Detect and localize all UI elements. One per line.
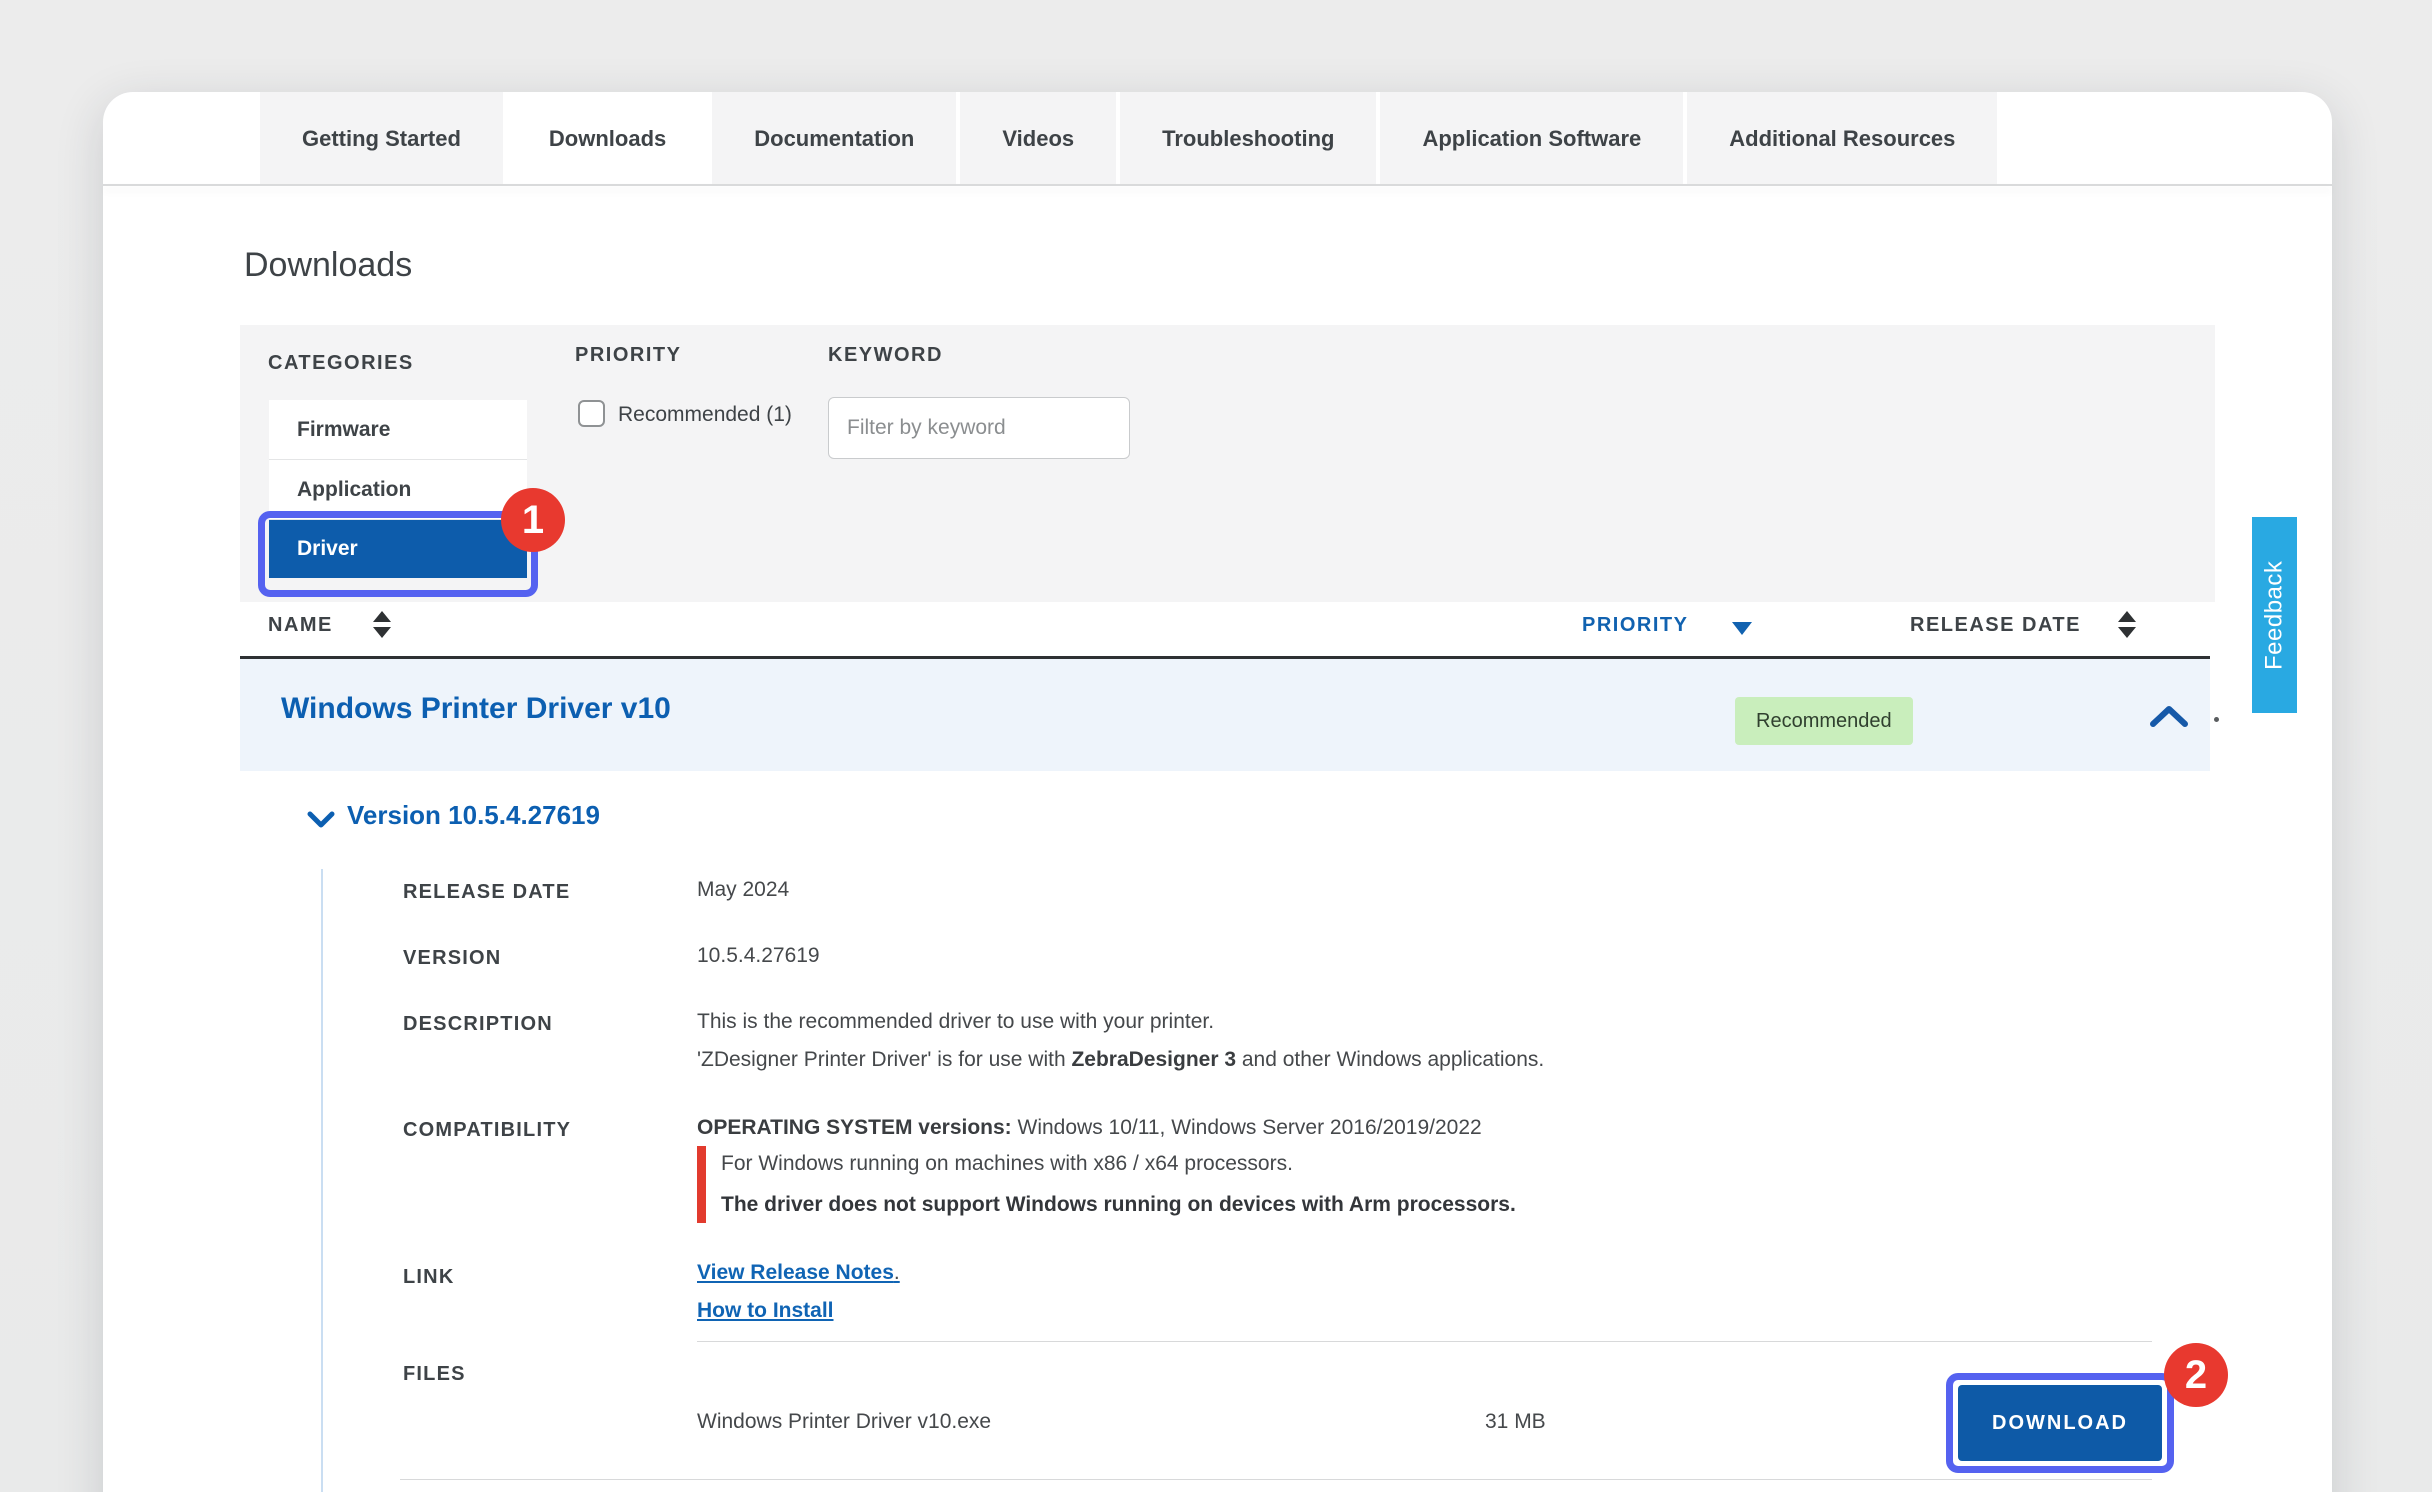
tab-additional-resources[interactable]: Additional Resources (1687, 92, 1997, 186)
annotation-step-1-badge: 1 (501, 488, 565, 552)
sort-up-arrow (373, 611, 391, 622)
release-date-label: RELEASE DATE (403, 881, 570, 904)
version-section-guide-line (321, 869, 323, 1492)
files-bottom-divider (400, 1479, 2152, 1480)
sort-down-arrow (2118, 627, 2136, 638)
categories-label: CATEGORIES (268, 352, 414, 375)
files-top-divider (697, 1341, 2152, 1342)
stray-dot (2214, 717, 2219, 722)
feedback-tab[interactable]: Feedback (2252, 517, 2297, 713)
compatibility-os-rest: Windows 10/11, Windows Server 2016/2019/… (1012, 1116, 1482, 1139)
recommended-checkbox[interactable] (578, 400, 605, 427)
file-size: 31 MB (1485, 1410, 1546, 1434)
table-header-rule (240, 656, 2210, 659)
version-expand-chevron-icon[interactable] (306, 810, 336, 830)
file-name: Windows Printer Driver v10.exe (697, 1410, 991, 1434)
annotation-step-2-badge: 2 (2164, 1343, 2228, 1407)
link-label: LINK (403, 1266, 454, 1289)
release-date-value: May 2024 (697, 878, 789, 902)
view-release-notes-text: View Release Notes (697, 1261, 894, 1284)
category-item-driver[interactable]: Driver (269, 520, 527, 578)
files-label: FILES (403, 1363, 466, 1386)
warning-line2: The driver does not support Windows runn… (721, 1193, 1516, 1217)
tab-application-software[interactable]: Application Software (1380, 92, 1683, 186)
column-header-priority[interactable]: PRIORITY (1582, 614, 1688, 637)
version-value: 10.5.4.27619 (697, 944, 820, 968)
category-item-firmware[interactable]: Firmware (269, 400, 527, 460)
sort-release-date-icon[interactable] (2118, 611, 2136, 638)
category-list: Firmware Application Driver (269, 400, 527, 578)
version-heading[interactable]: Version 10.5.4.27619 (347, 800, 600, 831)
compatibility-label: COMPATIBILITY (403, 1119, 571, 1142)
column-header-release-date[interactable]: RELEASE DATE (1910, 614, 2081, 637)
download-button[interactable]: DOWNLOAD (1958, 1385, 2162, 1461)
description-line2-bold: ZebraDesigner 3 (1071, 1048, 1236, 1071)
sort-priority-active-icon[interactable] (1732, 622, 1752, 635)
category-item-application[interactable]: Application (269, 460, 527, 520)
recommended-checkbox-label: Recommended (1) (618, 403, 792, 427)
description-label: DESCRIPTION (403, 1013, 553, 1036)
screen: Getting Started Downloads Documentation … (0, 0, 2432, 1492)
filter-panel (240, 325, 2215, 602)
page-title: Downloads (244, 246, 412, 285)
description-line1: This is the recommended driver to use wi… (697, 1010, 1214, 1034)
version-label: VERSION (403, 947, 501, 970)
arm-warning-block: For Windows running on machines with x86… (697, 1146, 1516, 1223)
how-to-install-link[interactable]: How to Install (697, 1299, 834, 1323)
compatibility-os-bold: OPERATING SYSTEM versions: (697, 1116, 1012, 1139)
tab-downloads[interactable]: Downloads (507, 92, 708, 186)
compatibility-os-line: OPERATING SYSTEM versions: Windows 10/11… (697, 1116, 1482, 1140)
description-line2: 'ZDesigner Printer Driver' is for use wi… (697, 1048, 1544, 1072)
tab-videos[interactable]: Videos (960, 92, 1116, 186)
sort-down-arrow (373, 627, 391, 638)
keyword-label: KEYWORD (828, 344, 943, 367)
warning-line1: For Windows running on machines with x86… (721, 1152, 1516, 1176)
priority-label: PRIORITY (575, 344, 681, 367)
description-line2-post: and other Windows applications. (1236, 1048, 1544, 1071)
tab-getting-started[interactable]: Getting Started (260, 92, 503, 186)
collapse-row-chevron-icon[interactable] (2148, 702, 2190, 730)
sort-up-arrow (2118, 611, 2136, 622)
keyword-filter-input[interactable] (828, 397, 1130, 459)
tab-documentation[interactable]: Documentation (712, 92, 956, 186)
column-header-name[interactable]: NAME (268, 614, 333, 637)
recommended-status-badge: Recommended (1735, 697, 1913, 745)
description-line2-pre: 'ZDesigner Printer Driver' is for use wi… (697, 1048, 1071, 1071)
link1-period: . (894, 1261, 900, 1284)
tabstrip-underline (103, 184, 2332, 186)
sort-name-icon[interactable] (373, 611, 391, 638)
tabstrip: Getting Started Downloads Documentation … (260, 92, 1997, 186)
tab-troubleshooting[interactable]: Troubleshooting (1120, 92, 1376, 186)
driver-row-title-link[interactable]: Windows Printer Driver v10 (281, 692, 671, 726)
view-release-notes-link[interactable]: View Release Notes. (697, 1261, 900, 1285)
